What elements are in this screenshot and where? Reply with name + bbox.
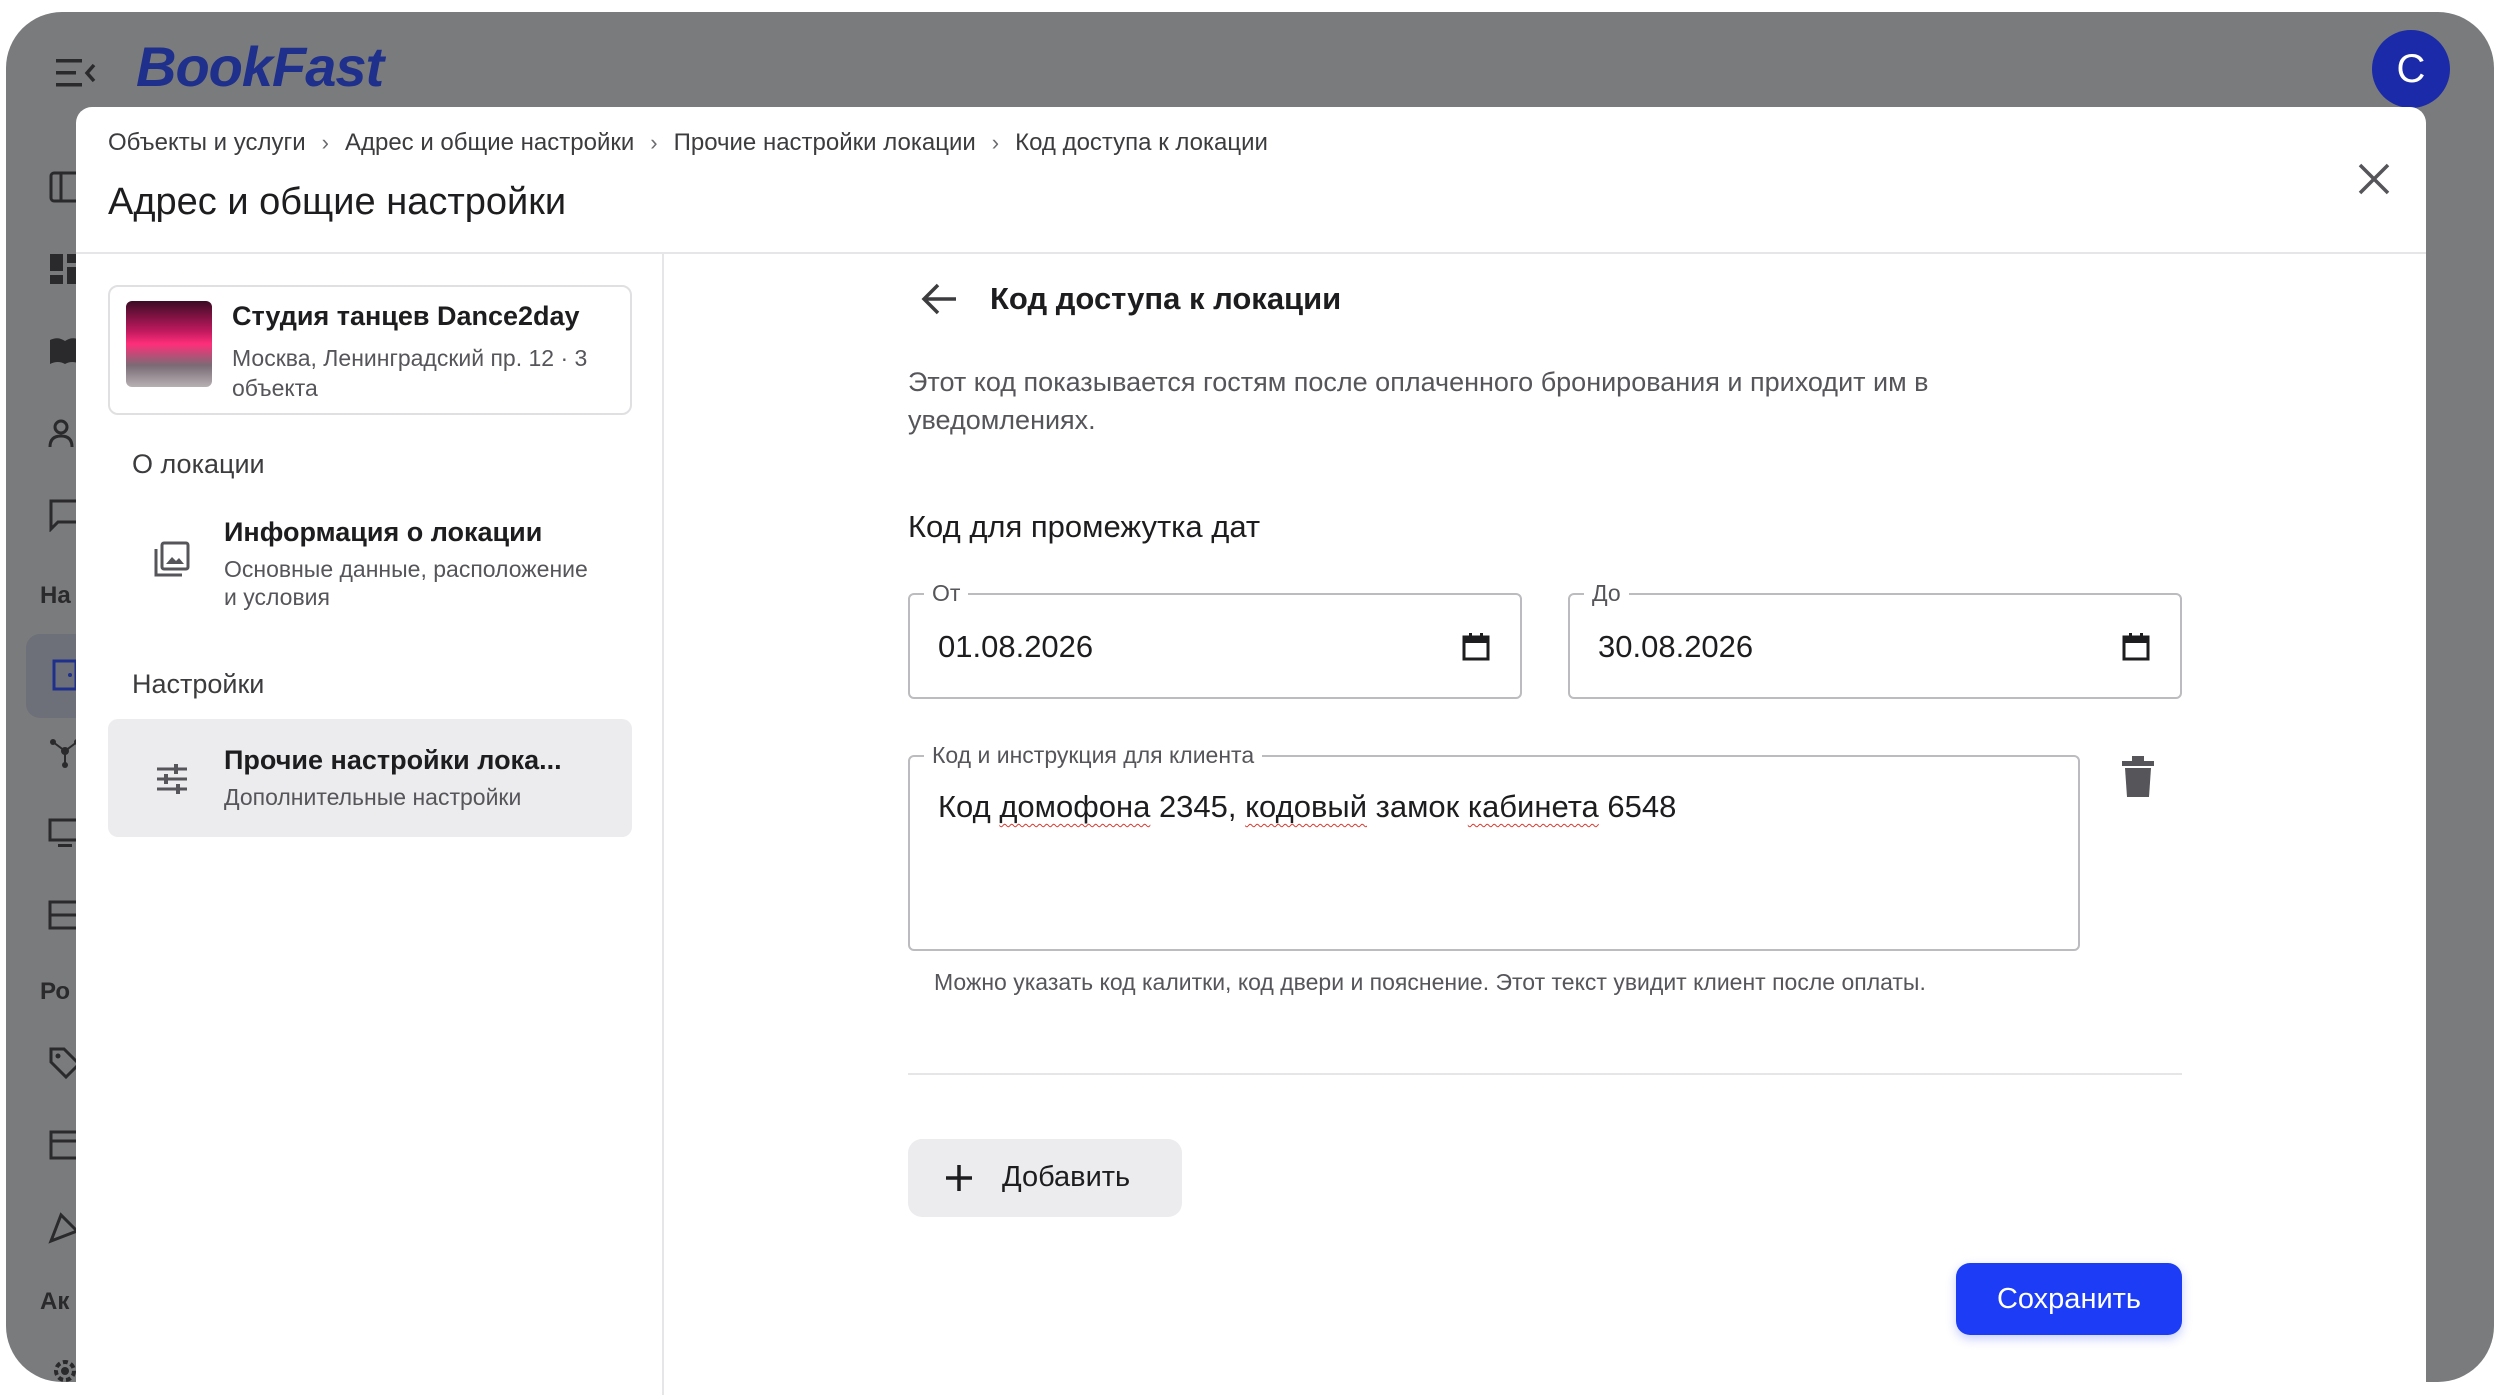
breadcrumb-item[interactable]: Прочие настройки локации <box>674 129 976 157</box>
close-icon[interactable] <box>2352 157 2396 201</box>
panel-divider <box>662 252 664 1395</box>
access-code-value[interactable]: Код домофона 2345, кодовый замок кабинет… <box>938 789 1676 825</box>
date-to-field[interactable]: До 30.08.2026 <box>1568 579 2182 699</box>
calendar-icon[interactable] <box>2120 631 2152 663</box>
rail-section-label: Ро <box>40 978 71 1005</box>
photo-library-icon <box>154 541 190 577</box>
date-from-label: От <box>924 579 969 607</box>
settings-modal: Объекты и услуги › Адрес и общие настрой… <box>76 107 2426 1395</box>
date-range-section-title: Код для промежутка дат <box>908 509 1261 544</box>
content-description: Этот код показывается гостям после оплач… <box>908 367 1929 435</box>
breadcrumb-item-current: Код доступа к локации <box>1015 129 1268 156</box>
date-to-value[interactable]: 30.08.2026 <box>1598 629 1753 665</box>
chevron-right-icon: › <box>321 130 329 155</box>
delete-icon[interactable] <box>2118 755 2158 799</box>
access-code-helper-text: Можно указать код калитки, код двери и п… <box>934 969 1926 995</box>
sidebar-item-other-settings[interactable]: Прочие настройки лока... Дополнительные … <box>108 719 632 837</box>
header-divider <box>76 252 2426 254</box>
location-name: Студия танцев Dance2day <box>232 301 580 331</box>
avatar[interactable]: С <box>2372 30 2450 108</box>
plus-icon <box>946 1165 972 1191</box>
modal-title: Адрес и общие настройки <box>108 181 567 223</box>
side-rail: На Ро Ак <box>6 122 86 1382</box>
date-from-value[interactable]: 01.08.2026 <box>938 629 1093 665</box>
chevron-right-icon: › <box>991 130 1000 155</box>
add-code-button[interactable]: Добавить <box>908 1139 1182 1217</box>
content-divider <box>908 1073 2182 1075</box>
sidebar-item-title: Прочие настройки лока... <box>224 745 562 775</box>
breadcrumb-item[interactable]: Адрес и общие настройки <box>345 129 634 157</box>
menu-collapse-icon[interactable] <box>56 56 96 90</box>
date-to-label: До <box>1584 579 1629 607</box>
sidebar-item-subtitle: Дополнительные настройки <box>224 784 522 810</box>
calendar-icon[interactable] <box>1460 631 1492 663</box>
section-about-label: О локации <box>132 449 265 479</box>
save-button[interactable]: Сохранить <box>1956 1263 2182 1335</box>
location-thumbnail <box>126 301 212 387</box>
content-title: Код доступа к локации <box>990 281 1342 316</box>
breadcrumb-item[interactable]: Объекты и услуги <box>108 129 306 157</box>
access-code-label: Код и инструкция для клиента <box>924 741 1263 769</box>
breadcrumb: Объекты и услуги › Адрес и общие настрой… <box>108 129 1268 157</box>
date-from-field[interactable]: От 01.08.2026 <box>908 579 1522 699</box>
tune-icon <box>157 764 187 794</box>
app-header: BookFast С <box>6 12 2494 122</box>
add-code-label: Добавить <box>1002 1161 1131 1193</box>
rail-section-label: Ак <box>40 1288 70 1315</box>
back-arrow-icon[interactable] <box>918 277 962 321</box>
sidebar-item-subtitle: Основные данные, расположение и условия <box>224 556 588 610</box>
rail-section-label: На <box>40 582 71 609</box>
access-code-textarea[interactable]: Код и инструкция для клиента Код домофон… <box>908 741 2080 951</box>
location-card[interactable]: Студия танцев Dance2day Москва, Ленингра… <box>108 285 632 415</box>
app-logo[interactable]: BookFast <box>136 34 384 99</box>
sidebar-item-location-info[interactable]: Информация о локации Основные данные, ра… <box>108 499 632 621</box>
chevron-right-icon: › <box>650 130 658 155</box>
section-settings-label: Настройки <box>132 669 265 699</box>
location-address: Москва, Ленинградский пр. 12 · 3 объекта <box>232 345 588 401</box>
sidebar-item-title: Информация о локации <box>224 517 543 547</box>
